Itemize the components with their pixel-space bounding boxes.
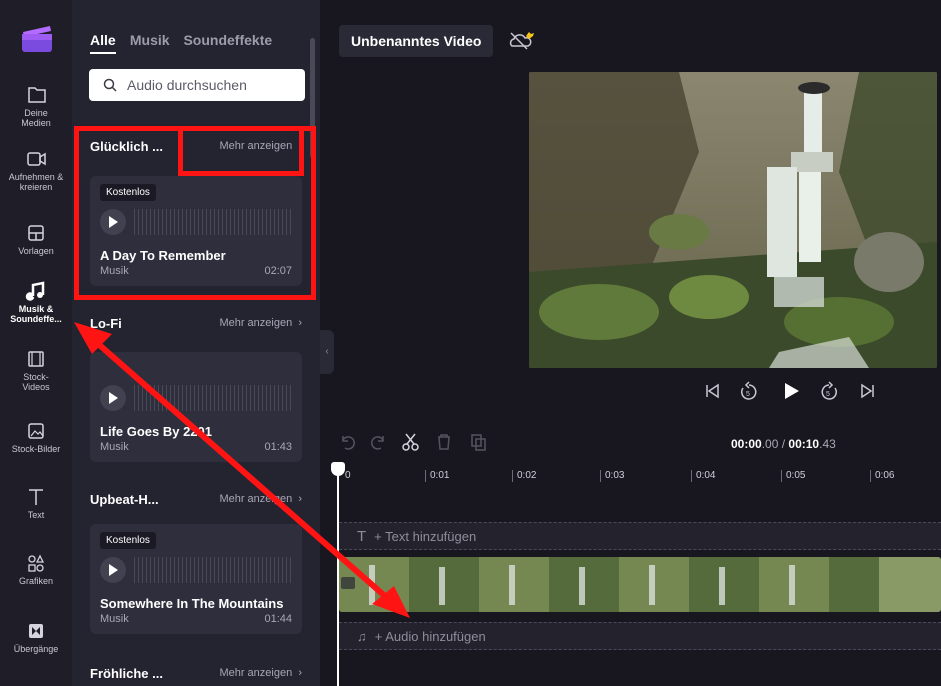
track-duration: 01:43 (264, 441, 292, 453)
cloud-off-icon[interactable] (508, 30, 536, 52)
left-rail: Deine Medien Aufnehmen & kreieren Vorlag… (0, 0, 72, 686)
rail-item-label: Stock-Videos (22, 372, 50, 392)
timeline-ruler[interactable]: 0 0:01 0:02 0:03 0:04 0:05 0:06 (339, 464, 941, 494)
tab-music[interactable]: Musik (130, 32, 170, 48)
search-icon (103, 78, 117, 92)
rail-item-graphics[interactable]: Grafiken (0, 552, 72, 586)
delete-icon[interactable] (435, 432, 453, 452)
library-tabs: Alle Musik Soundeffekte (90, 32, 282, 54)
rail-item-label: Stock-Bilder (11, 444, 61, 454)
track-genre: Musik (100, 613, 129, 625)
audio-library-panel: Alle Musik Soundeffekte Audio durchsuche… (72, 0, 320, 686)
waveform (134, 385, 292, 411)
rail-item-label: Aufnehmen & kreieren (8, 172, 64, 192)
track-title: Life Goes By 2201 (100, 424, 212, 439)
ruler-tick: 0:01 (425, 470, 449, 482)
add-text-label: + Text hinzufügen (374, 528, 477, 544)
play-icon (109, 392, 118, 404)
section-cheerful: Fröhliche ... Mehr anzeigen › (90, 664, 302, 684)
rail-item-music[interactable]: Musik & Soundeffe... (0, 280, 72, 324)
rail-item-transitions[interactable]: Übergänge (0, 620, 72, 654)
free-badge: Kostenlos (100, 532, 156, 549)
rail-item-label: Grafiken (18, 576, 53, 586)
ruler-tick: 0:05 (781, 470, 805, 482)
rail-item-templates[interactable]: Vorlagen (0, 222, 72, 256)
timeline-toolbar (339, 432, 499, 456)
play-button[interactable] (100, 557, 126, 583)
rail-item-label: Vorlagen (18, 246, 54, 256)
playhead[interactable] (337, 464, 339, 686)
rail-item-text[interactable]: Text (0, 486, 72, 520)
rail-item-media[interactable]: Deine Medien (0, 84, 72, 128)
section-title: Upbeat-H... (90, 492, 159, 507)
rail-item-label: Übergänge (13, 644, 59, 654)
timecode: 00:00.00 / 00:10.43 (731, 437, 836, 451)
track-card[interactable]: Life Goes By 2201 Musik 01:43 (90, 352, 302, 462)
section-title: Lo-Fi (90, 316, 122, 331)
add-audio-label: + Audio hinzufügen (374, 628, 486, 644)
play-icon[interactable] (780, 380, 802, 402)
rail-item-stock-videos[interactable]: Stock-Videos (0, 348, 72, 392)
rail-item-record[interactable]: Aufnehmen & kreieren (0, 148, 72, 192)
text-icon (29, 489, 43, 505)
ruler-tick: 0:02 (512, 470, 536, 482)
playhead-handle[interactable] (331, 462, 345, 476)
tab-sound-effects[interactable]: Soundeffekte (183, 32, 272, 48)
rail-item-label: Deine Medien (21, 108, 51, 128)
waveform (134, 557, 292, 583)
section-title: Fröhliche ... (90, 666, 163, 681)
shapes-icon (28, 554, 45, 572)
rewind-5-icon[interactable]: 5 (738, 380, 760, 402)
video-clip[interactable] (339, 557, 941, 612)
project-title-button[interactable]: Unbenanntes Video (339, 25, 494, 57)
ruler-tick: 0:04 (691, 470, 715, 482)
music-note-icon (25, 281, 45, 301)
skip-back-icon[interactable] (702, 380, 722, 402)
templates-icon (28, 225, 44, 241)
music-note-icon: ♫ (357, 628, 367, 644)
section-upbeat: Upbeat-H... Mehr anzeigen › (90, 490, 302, 510)
show-more-link[interactable]: Mehr anzeigen › (219, 667, 302, 679)
duplicate-icon[interactable] (469, 432, 487, 452)
video-preview[interactable] (529, 72, 937, 368)
play-icon (109, 564, 118, 576)
svg-text:5: 5 (746, 391, 750, 398)
section-lofi: Lo-Fi Mehr anzeigen › (90, 314, 302, 334)
image-icon (28, 423, 44, 439)
tab-all[interactable]: Alle (90, 32, 116, 54)
track-card[interactable]: Kostenlos Somewhere In The Mountains Mus… (90, 524, 302, 634)
skip-forward-icon[interactable] (858, 380, 878, 402)
collapse-panel-button[interactable]: ‹ (320, 330, 334, 374)
annotation-box-show-more (178, 126, 304, 176)
forward-5-icon[interactable]: 5 (818, 380, 840, 402)
camera-icon (27, 152, 46, 166)
play-button[interactable] (100, 385, 126, 411)
show-more-link[interactable]: Mehr anzeigen › (219, 493, 302, 505)
rail-item-stock-images[interactable]: Stock-Bilder (0, 420, 72, 454)
playback-controls: 5 5 (702, 380, 882, 404)
svg-text:5: 5 (826, 391, 830, 398)
folder-icon (28, 87, 46, 103)
ruler-tick: 0:06 (870, 470, 894, 482)
transition-icon (29, 624, 43, 638)
rail-item-label: Musik & Soundeffe... (10, 304, 62, 324)
search-placeholder: Audio durchsuchen (127, 77, 247, 93)
text-track[interactable]: T + Text hinzufügen (339, 522, 941, 550)
text-icon: T (357, 527, 367, 545)
show-more-link[interactable]: Mehr anzeigen › (219, 317, 302, 329)
scissors-icon[interactable] (401, 432, 421, 452)
ruler-tick: 0:03 (600, 470, 624, 482)
audio-track[interactable]: ♫ + Audio hinzufügen (339, 622, 941, 650)
undo-icon[interactable] (339, 432, 357, 452)
track-duration: 01:44 (264, 613, 292, 625)
redo-icon[interactable] (369, 432, 387, 452)
rail-item-label: Text (27, 510, 45, 520)
track-title: Somewhere In The Mountains (100, 596, 284, 611)
search-input[interactable]: Audio durchsuchen (89, 69, 305, 101)
film-icon (28, 351, 44, 367)
track-genre: Musik (100, 441, 129, 453)
clipchamp-logo-icon (22, 26, 52, 52)
